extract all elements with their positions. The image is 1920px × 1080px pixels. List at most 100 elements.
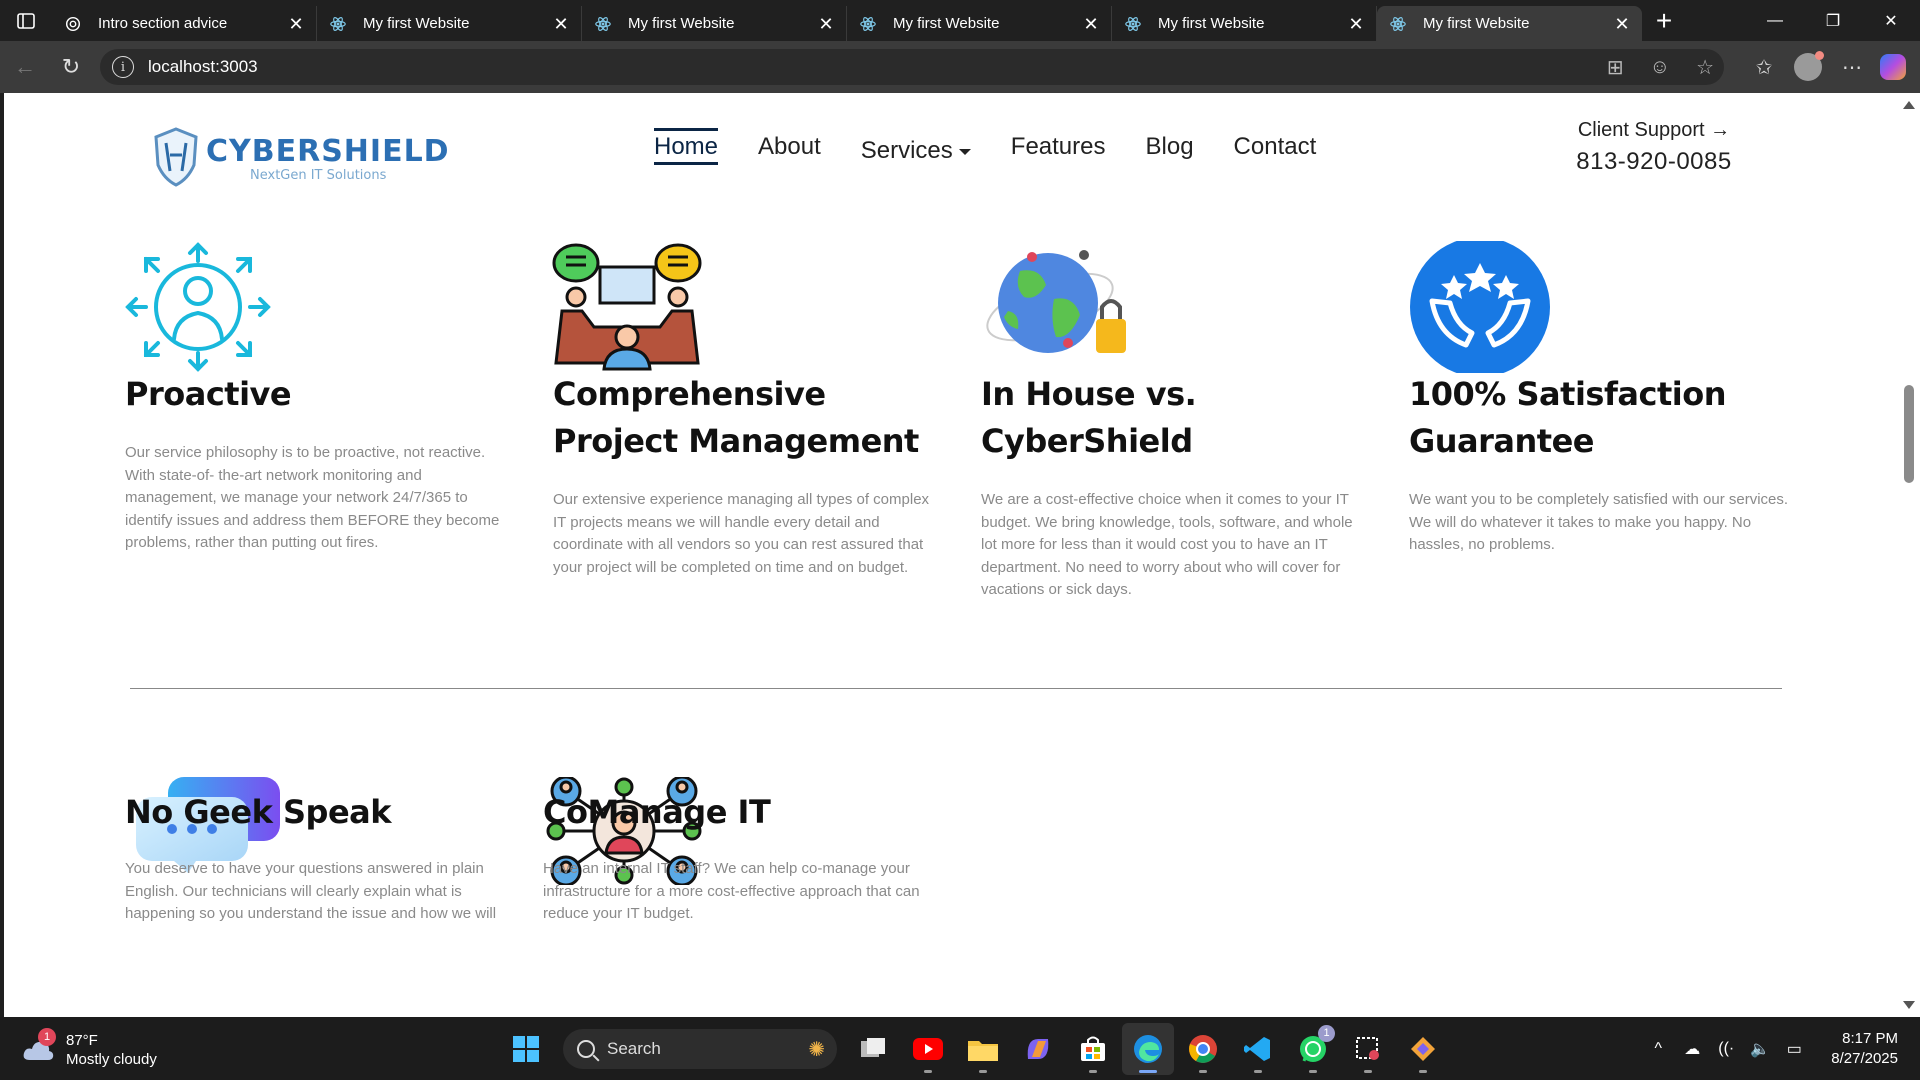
nav-link-contact[interactable]: Contact: [1234, 133, 1317, 165]
minimize-icon[interactable]: —: [1746, 0, 1804, 41]
nav-link-blog[interactable]: Blog: [1146, 133, 1194, 165]
browser-tab-bar: Intro section advice ✕ My first Website …: [0, 0, 1920, 41]
favorites-icon[interactable]: ✩: [1742, 47, 1786, 87]
sidebar-toggle-icon[interactable]: [0, 0, 52, 41]
reading-mode-icon[interactable]: ☺: [1650, 56, 1670, 79]
favorite-star-icon[interactable]: ☆: [1696, 55, 1714, 80]
feature-title: No Geek Speak: [125, 793, 392, 831]
weather-temp: 87°F: [66, 1032, 98, 1049]
feature-title: 100% Satisfaction Guarantee: [1409, 375, 1726, 460]
cybershield-logo[interactable]: CYBERSHIELD NextGen IT Solutions: [150, 125, 450, 189]
feature-description: We are a cost-effective choice when it c…: [981, 491, 1353, 598]
taskbar-search[interactable]: Search ✺: [563, 1028, 837, 1069]
browser-tab-5[interactable]: My first Website ✕: [1112, 6, 1377, 41]
git-app-icon[interactable]: [1397, 1023, 1449, 1075]
feature-title: In House vs. CyberShield: [981, 375, 1197, 460]
copilot-icon[interactable]: [1880, 54, 1906, 80]
whatsapp-badge: 1: [1318, 1024, 1335, 1042]
back-arrow-icon[interactable]: ←: [2, 47, 48, 87]
windows-logo-icon: [513, 1035, 539, 1062]
browser-tab-4[interactable]: My first Website ✕: [847, 6, 1112, 41]
volume-icon[interactable]: 🔈: [1745, 1039, 1775, 1059]
feature-proactive: Proactive Our service philosophy is to b…: [125, 371, 505, 555]
tab-title: My first Website: [1423, 15, 1530, 32]
nav-label-services: Services: [860, 137, 953, 164]
nav-link-about[interactable]: About: [758, 133, 821, 165]
feature-description: We want you to be completely satisfied w…: [1409, 491, 1789, 553]
main-nav: Home About Services Features Blog Contac…: [654, 128, 1356, 173]
vscode-icon[interactable]: [1232, 1023, 1284, 1075]
feature-no-geek-speak: No Geek Speak You deserve to have your q…: [125, 789, 505, 926]
close-icon[interactable]: ✕: [1348, 15, 1364, 33]
browser-tab-6-active[interactable]: My first Website ✕: [1377, 6, 1642, 41]
section-divider: [130, 688, 1782, 689]
battery-icon[interactable]: ▭: [1779, 1039, 1809, 1059]
nav-label-about: About: [758, 133, 821, 160]
close-icon[interactable]: ✕: [818, 15, 834, 33]
copilot-app-icon[interactable]: [1012, 1023, 1064, 1075]
globe-lock-icon: [986, 250, 1126, 353]
window-controls: — ❐ ✕: [1746, 0, 1920, 41]
url-text: localhost:3003: [148, 57, 258, 76]
close-icon[interactable]: ✕: [1083, 15, 1099, 33]
nav-link-services[interactable]: Services: [861, 137, 971, 169]
more-options-icon[interactable]: ⋯: [1830, 47, 1874, 87]
edge-browser-icon[interactable]: [1122, 1022, 1174, 1075]
browser-tab-2[interactable]: My first Website ✕: [317, 6, 582, 41]
tab-title: My first Website: [628, 15, 735, 32]
feature-title: CoManage IT: [543, 793, 771, 831]
nav-link-features[interactable]: Features: [1011, 133, 1106, 165]
reload-icon[interactable]: ↻: [48, 47, 94, 87]
chrome-icon[interactable]: [1177, 1023, 1229, 1075]
browser-tab-3[interactable]: My first Website ✕: [582, 6, 847, 41]
feature-description: Our service philosophy is to be proactiv…: [125, 444, 500, 551]
site-header: CYBERSHIELD NextGen IT Solutions Home Ab…: [4, 93, 1898, 213]
logo-tagline: NextGen IT Solutions: [250, 168, 387, 183]
scroll-up-icon[interactable]: [1903, 101, 1915, 109]
weather-widget[interactable]: 1 87°F Mostly cloudy: [22, 1028, 157, 1069]
close-window-icon[interactable]: ✕: [1862, 0, 1920, 41]
scroll-down-icon[interactable]: [1903, 1001, 1915, 1009]
new-tab-button[interactable]: +: [1642, 0, 1686, 41]
weather-condition: Mostly cloudy: [66, 1051, 157, 1068]
task-view-icon[interactable]: [847, 1023, 899, 1075]
taskbar-clock[interactable]: 8:17 PM 8/27/2025: [1831, 1029, 1898, 1069]
openai-icon: [65, 16, 81, 31]
close-icon[interactable]: ✕: [553, 15, 569, 33]
address-bar[interactable]: i localhost:3003 ⊞ ☺ ☆: [100, 49, 1724, 85]
close-icon[interactable]: ✕: [288, 15, 304, 33]
profile-avatar[interactable]: [1794, 51, 1824, 81]
restore-icon[interactable]: ❐: [1804, 0, 1862, 41]
start-button[interactable]: [500, 1023, 552, 1075]
microsoft-store-icon[interactable]: [1067, 1023, 1119, 1075]
apps-icon[interactable]: ⊞: [1607, 55, 1624, 80]
browser-tab-1[interactable]: Intro section advice ✕: [52, 6, 317, 41]
client-support[interactable]: Client Support → 813-920-0085: [1564, 119, 1744, 176]
whatsapp-icon[interactable]: 1: [1287, 1023, 1339, 1075]
nav-link-home[interactable]: Home: [654, 128, 719, 165]
youtube-icon[interactable]: [902, 1023, 954, 1075]
page-scrollbar[interactable]: [1898, 93, 1920, 1017]
site-info-icon[interactable]: i: [112, 56, 134, 78]
react-icon: [1390, 16, 1406, 31]
feature-description: You deserve to have your questions answe…: [125, 860, 497, 922]
tab-title: My first Website: [363, 15, 470, 32]
wifi-icon[interactable]: ((·: [1711, 1040, 1741, 1058]
chevron-up-icon[interactable]: ^: [1643, 1040, 1673, 1058]
file-explorer-icon[interactable]: [957, 1023, 1009, 1075]
close-icon[interactable]: ✕: [1614, 15, 1630, 33]
feature-description: Have an internal IT staff? We can help c…: [543, 860, 920, 922]
snipping-tool-icon[interactable]: [1342, 1023, 1394, 1075]
feature-title: Comprehensive Project Management: [553, 375, 919, 460]
tab-title: My first Website: [893, 15, 1000, 32]
feature-project-management: Comprehensive Project Management Our ext…: [553, 371, 933, 579]
clock-date: 8/27/2025: [1831, 1049, 1898, 1067]
onedrive-icon[interactable]: ☁: [1677, 1039, 1707, 1059]
react-icon: [595, 16, 611, 31]
arrow-right-icon: →: [1710, 119, 1731, 141]
react-icon: [1125, 16, 1141, 31]
manager-arrows-icon: [125, 242, 271, 372]
support-phone[interactable]: 813-920-0085: [1564, 148, 1744, 176]
scroll-thumb[interactable]: [1904, 385, 1914, 483]
feature-title: Proactive: [125, 375, 292, 413]
